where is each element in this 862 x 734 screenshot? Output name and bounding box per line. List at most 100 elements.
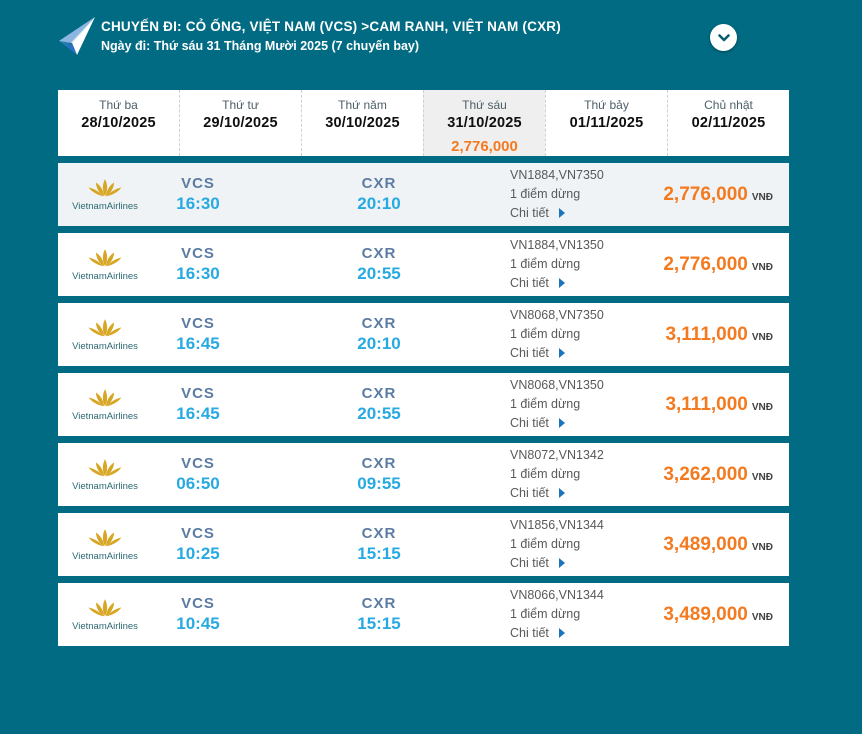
- arrival-cell: CXR 20:10: [248, 315, 510, 354]
- airline-logo: VietnamAirlines: [58, 178, 148, 212]
- price-value: 3,111,000: [665, 323, 748, 345]
- details-link[interactable]: Chi tiết: [510, 414, 658, 433]
- arrival-code: CXR: [361, 175, 397, 192]
- price-value: 2,776,000: [663, 183, 748, 205]
- currency-label: VNĐ: [751, 611, 773, 623]
- date-tab-bar: Thứ ba 28/10/2025 Thứ tư 29/10/2025 Thứ …: [58, 90, 789, 156]
- arrival-cell: CXR 20:55: [248, 385, 510, 424]
- details-label: Chi tiết: [510, 555, 549, 570]
- date-tab-date: 29/10/2025: [203, 115, 278, 131]
- price-cell: 3,262,000 VNĐ: [658, 464, 789, 486]
- price-value: 3,111,000: [665, 393, 748, 415]
- flight-info-cell: VN1856,VN1344 1 điểm dừng Chi tiết: [510, 516, 658, 572]
- flight-row[interactable]: VietnamAirlines VCS 16:45 CXR 20:10 VN80…: [58, 303, 789, 366]
- flight-info-cell: VN1884,VN7350 1 điểm dừng Chi tiết: [510, 166, 658, 222]
- departure-code: VCS: [181, 525, 215, 542]
- collapse-button[interactable]: [710, 24, 737, 51]
- departure-time: 06:50: [176, 474, 220, 493]
- flight-numbers: VN8066,VN1344: [510, 588, 604, 603]
- airline-name: VietnamAirlines: [72, 480, 138, 492]
- flight-row[interactable]: VietnamAirlines VCS 16:30 CXR 20:10 VN18…: [58, 163, 789, 226]
- trip-header: CHUYẾN ĐI: CỎ ỐNG, VIỆT NAM (VCS) >CAM R…: [55, 13, 807, 59]
- departure-cell: VCS 16:45: [148, 385, 248, 424]
- stops-label: 1 điểm dừng: [510, 467, 581, 482]
- departure-time: 16:45: [176, 404, 220, 423]
- flight-numbers: VN1856,VN1344: [510, 518, 604, 533]
- date-tab[interactable]: Thứ năm 30/10/2025: [301, 90, 423, 156]
- date-tab[interactable]: Thứ ba 28/10/2025: [58, 90, 179, 156]
- date-tab-date: 28/10/2025: [81, 115, 156, 131]
- departure-cell: VCS 16:30: [148, 175, 248, 214]
- arrival-code: CXR: [361, 315, 397, 332]
- stops-label: 1 điểm dừng: [510, 257, 581, 272]
- details-link[interactable]: Chi tiết: [510, 344, 658, 363]
- airline-logo: VietnamAirlines: [58, 458, 148, 492]
- price-cell: 3,111,000 VNĐ: [658, 394, 789, 416]
- departure-cell: VCS 16:45: [148, 315, 248, 354]
- airline-name: VietnamAirlines: [72, 340, 138, 352]
- arrival-code: CXR: [361, 455, 397, 472]
- price-value: 3,489,000: [663, 533, 748, 555]
- flight-info-cell: VN8068,VN7350 1 điểm dừng Chi tiết: [510, 306, 658, 362]
- play-arrow-icon: [558, 348, 565, 359]
- lotus-icon: [87, 248, 123, 270]
- trip-header-text: CHUYẾN ĐI: CỎ ỐNG, VIỆT NAM (VCS) >CAM R…: [101, 13, 561, 53]
- date-tab-date: 01/11/2025: [569, 115, 644, 131]
- arrival-cell: CXR 09:55: [248, 455, 510, 494]
- stops-label: 1 điểm dừng: [510, 607, 581, 622]
- flight-numbers: VN8068,VN1350: [510, 378, 604, 393]
- flight-row[interactable]: VietnamAirlines VCS 10:45 CXR 15:15 VN80…: [58, 583, 789, 646]
- trip-subtitle: Ngày đi: Thứ sáu 31 Tháng Mười 2025 (7 c…: [101, 39, 420, 53]
- flight-row[interactable]: VietnamAirlines VCS 06:50 CXR 09:55 VN80…: [58, 443, 789, 506]
- price-cell: 2,776,000 VNĐ: [658, 184, 789, 206]
- arrival-time: 15:15: [357, 544, 401, 563]
- chevron-down-icon: [717, 33, 730, 42]
- date-tab-day: Thứ sáu: [462, 98, 507, 112]
- airline-name: VietnamAirlines: [72, 200, 138, 212]
- flight-row[interactable]: VietnamAirlines VCS 10:25 CXR 15:15 VN18…: [58, 513, 789, 576]
- details-link[interactable]: Chi tiết: [510, 554, 658, 573]
- departure-time: 10:25: [176, 544, 220, 563]
- date-tab-date: 30/10/2025: [325, 115, 400, 131]
- details-link[interactable]: Chi tiết: [510, 484, 658, 503]
- stops-label: 1 điểm dừng: [510, 327, 581, 342]
- date-tab-price: 2,776,000: [451, 138, 518, 155]
- departure-code: VCS: [181, 175, 215, 192]
- arrival-cell: CXR 15:15: [248, 595, 510, 634]
- lotus-icon: [87, 528, 123, 550]
- flight-row[interactable]: VietnamAirlines VCS 16:45 CXR 20:55 VN80…: [58, 373, 789, 436]
- lotus-icon: [87, 388, 123, 410]
- flight-numbers: VN8068,VN7350: [510, 308, 604, 323]
- details-label: Chi tiết: [510, 485, 549, 500]
- details-link[interactable]: Chi tiết: [510, 274, 658, 293]
- departure-cell: VCS 16:30: [148, 245, 248, 284]
- departure-code: VCS: [181, 315, 215, 332]
- airline-logo: VietnamAirlines: [58, 598, 148, 632]
- airline-logo: VietnamAirlines: [58, 528, 148, 562]
- airline-logo: VietnamAirlines: [58, 248, 148, 282]
- paper-plane-icon: [55, 13, 99, 59]
- departure-code: VCS: [181, 245, 215, 262]
- price-value: 2,776,000: [663, 253, 748, 275]
- flight-numbers: VN8072,VN1342: [510, 448, 604, 463]
- currency-label: VNĐ: [751, 401, 773, 413]
- arrival-cell: CXR 15:15: [248, 525, 510, 564]
- arrival-time: 20:10: [357, 334, 401, 353]
- departure-time: 10:45: [176, 614, 220, 633]
- details-label: Chi tiết: [510, 205, 549, 220]
- details-link[interactable]: Chi tiết: [510, 624, 658, 643]
- flight-row[interactable]: VietnamAirlines VCS 16:30 CXR 20:55 VN18…: [58, 233, 789, 296]
- price-value: 3,262,000: [663, 463, 748, 485]
- currency-label: VNĐ: [751, 471, 773, 483]
- departure-code: VCS: [181, 385, 215, 402]
- details-link[interactable]: Chi tiết: [510, 204, 658, 223]
- date-tab[interactable]: Thứ bảy 01/11/2025: [545, 90, 667, 156]
- date-tab[interactable]: Thứ sáu 31/10/2025 2,776,000: [423, 90, 545, 156]
- departure-cell: VCS 10:45: [148, 595, 248, 634]
- price-cell: 3,489,000 VNĐ: [658, 534, 789, 556]
- arrival-time: 20:55: [357, 404, 401, 423]
- date-tab[interactable]: Chủ nhật 02/11/2025: [667, 90, 789, 156]
- price-value: 3,489,000: [663, 603, 748, 625]
- date-tab[interactable]: Thứ tư 29/10/2025: [179, 90, 301, 156]
- airline-name: VietnamAirlines: [72, 550, 138, 562]
